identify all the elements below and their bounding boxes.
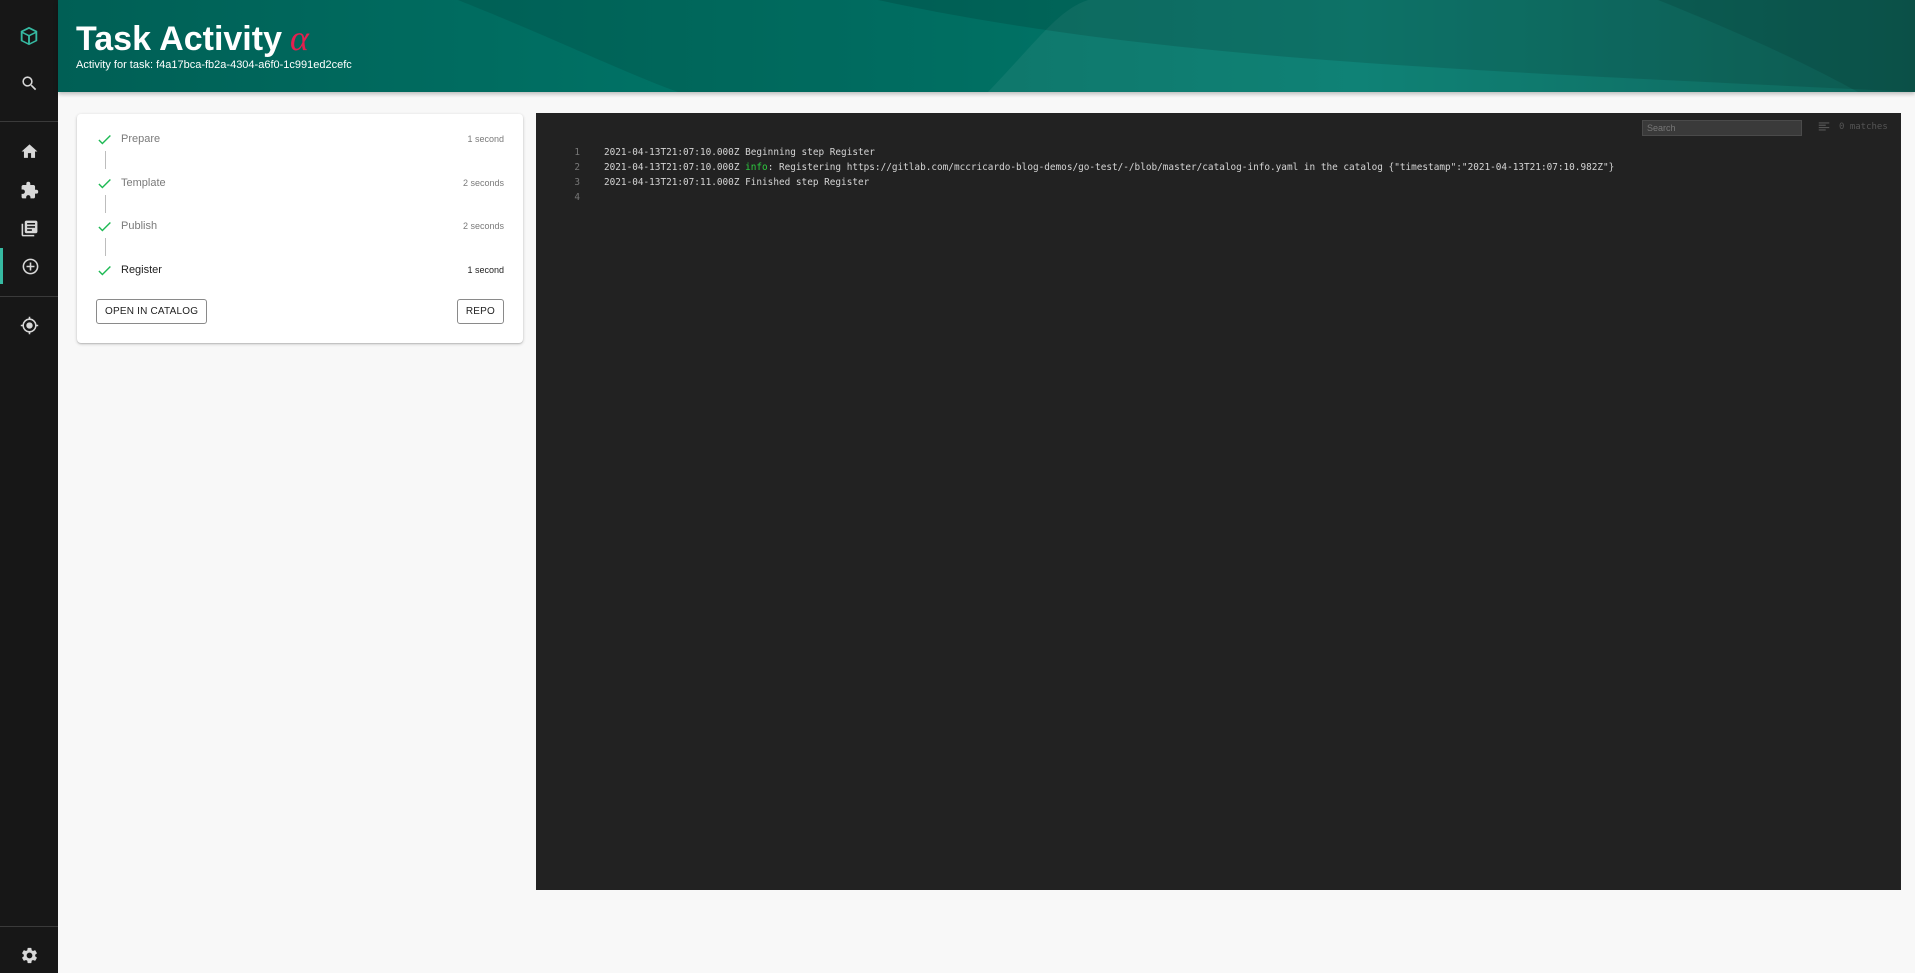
log-search-input[interactable] bbox=[1642, 120, 1802, 136]
page-subtitle: Activity for task: f4a17bca-fb2a-4304-a6… bbox=[76, 59, 352, 71]
check-icon bbox=[96, 131, 113, 148]
create-icon[interactable] bbox=[0, 248, 58, 284]
line-message: : Registering https://gitlab.com/mccrica… bbox=[767, 162, 1615, 173]
step-template: Template 2 seconds bbox=[96, 173, 504, 195]
line-text: 2021-04-13T21:07:11.000Z Finished step R… bbox=[604, 175, 869, 190]
sidebar-divider bbox=[0, 121, 58, 122]
page-title: Task Activity α bbox=[76, 17, 309, 59]
search-icon[interactable] bbox=[0, 65, 58, 101]
step-connector bbox=[105, 151, 106, 169]
filter-lines-icon[interactable] bbox=[1817, 120, 1831, 134]
search-matches-count: 0 matches bbox=[1839, 122, 1888, 132]
settings-icon[interactable] bbox=[0, 937, 58, 973]
tech-radar-icon[interactable] bbox=[0, 307, 58, 343]
check-icon bbox=[96, 218, 113, 235]
page-header: Task Activity α Activity for task: f4a17b… bbox=[58, 0, 1915, 92]
step-connector bbox=[105, 195, 106, 213]
step-register[interactable]: Register 1 second bbox=[96, 260, 504, 282]
step-duration: 1 second bbox=[467, 134, 504, 144]
open-in-catalog-button[interactable]: OPEN IN CATALOG bbox=[96, 299, 208, 324]
logo-icon[interactable] bbox=[0, 18, 58, 54]
sidebar-divider bbox=[0, 926, 58, 927]
sidebar bbox=[0, 0, 58, 973]
check-icon bbox=[96, 175, 113, 192]
step-prepare: Prepare 1 second bbox=[96, 129, 504, 151]
check-icon bbox=[96, 262, 113, 279]
step-publish: Publish 2 seconds bbox=[96, 216, 504, 238]
line-prefix: 2021-04-13T21:07:11.000Z Finished step R… bbox=[604, 177, 870, 188]
line-number: 2 bbox=[574, 162, 580, 173]
header-wave-background bbox=[458, 0, 1915, 92]
library-books-icon[interactable] bbox=[0, 210, 58, 246]
step-duration: 2 seconds bbox=[462, 178, 504, 188]
alpha-badge: α bbox=[289, 18, 309, 58]
task-steps-card: Prepare 1 second Template 2 seconds Publ… bbox=[77, 114, 523, 343]
log-viewer: 0 matches 1 2021-04-13T21:07:10.000Z Beg… bbox=[536, 113, 1901, 890]
step-label: Template bbox=[121, 177, 166, 189]
line-prefix: 2021-04-13T21:07:10.000Z Beginning step … bbox=[604, 147, 875, 158]
line-text: 2021-04-13T21:07:10.000Z Beginning step … bbox=[604, 145, 875, 160]
repo-button[interactable]: REPO bbox=[456, 299, 504, 324]
step-label: Publish bbox=[121, 220, 158, 232]
step-duration: 1 second bbox=[467, 265, 504, 275]
step-duration: 2 seconds bbox=[462, 221, 504, 231]
line-prefix: 2021-04-13T21:07:10.000Z bbox=[604, 162, 746, 173]
step-label: Prepare bbox=[121, 133, 161, 145]
step-connector bbox=[105, 238, 106, 256]
home-icon[interactable] bbox=[0, 133, 58, 169]
sidebar-divider bbox=[0, 296, 58, 297]
page-title-text: Task Activity bbox=[76, 20, 282, 58]
line-number: 4 bbox=[574, 192, 580, 203]
log-level-info: info bbox=[745, 162, 768, 173]
step-label: Register bbox=[121, 264, 162, 276]
line-number: 3 bbox=[574, 177, 580, 188]
extension-icon[interactable] bbox=[0, 172, 58, 208]
line-text: 2021-04-13T21:07:10.000Z info: Registeri… bbox=[604, 160, 1614, 175]
line-number: 1 bbox=[574, 147, 580, 158]
